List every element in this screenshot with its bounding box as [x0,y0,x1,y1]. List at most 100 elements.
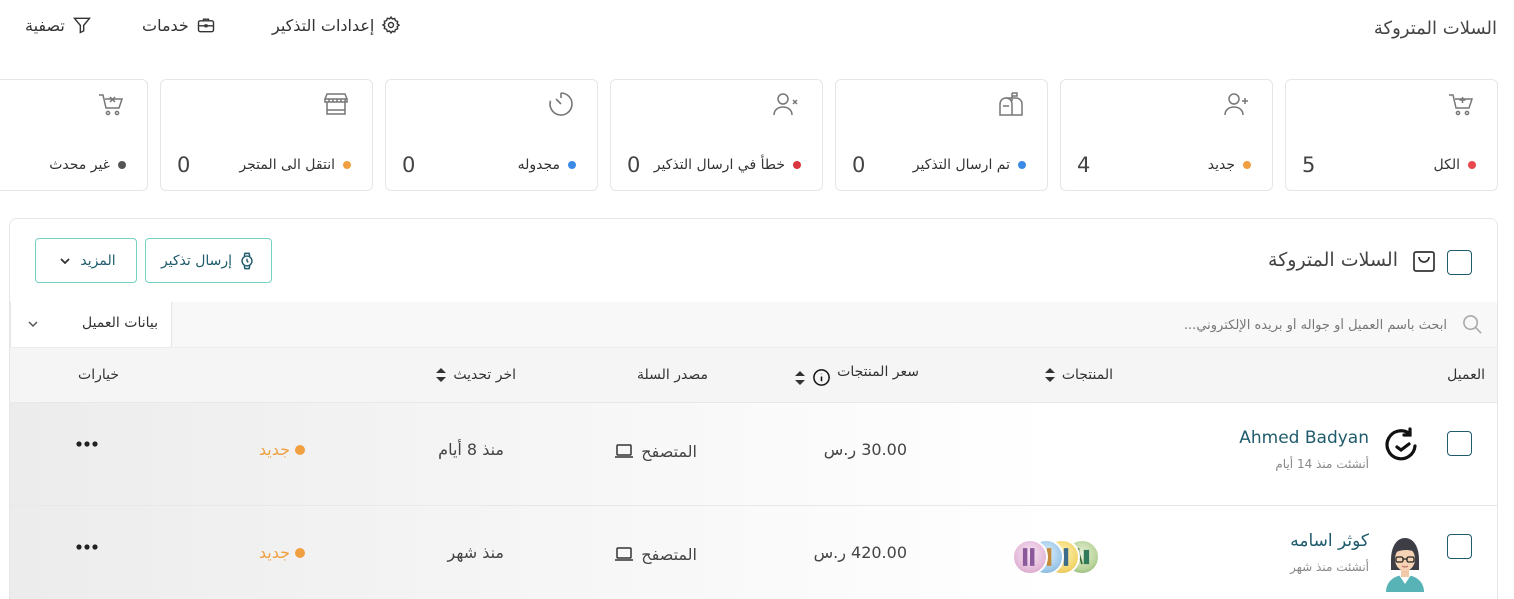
stat-card-all[interactable]: الكل 5 [1285,79,1498,191]
filter-label: تصفية [25,15,65,35]
cart-source: المتصفح [613,440,697,462]
cart-created-time: أنشئت منذ شهر [1290,560,1369,574]
status-dot [295,444,305,455]
stat-label: تم ارسال التذكير [912,157,1010,173]
cart-price: 30.00 ر.س [823,440,907,459]
user-plus-icon [1222,90,1250,118]
stat-label: انتقل الى المتجر [239,157,335,173]
cart-created-time: أنشئت منذ 14 أيام [1275,457,1369,471]
col-source: مصدر السلة [637,367,708,383]
status-dot [568,161,576,169]
table-row[interactable]: كوثر اسامه أنشئت منذ شهر 420.00 ر.س المت… [10,505,1497,599]
table-header: العميل المنتجات سعر المنتجات مصدر السلة … [10,347,1497,402]
col-customer: العميل [1447,367,1485,383]
product-thumbnails[interactable] [1010,539,1100,577]
stat-label: الكل [1433,157,1461,173]
col-products-label: المنتجات [1061,367,1113,383]
filter-icon [72,15,92,35]
more-dropdown-button[interactable]: المزيد [35,238,137,283]
customer-data-label: بيانات العميل [81,315,158,331]
product-thumbnail [1012,539,1048,575]
reminder-settings-button[interactable]: إعدادات التذكير [272,15,401,35]
col-price[interactable]: سعر المنتجات [794,362,919,386]
stat-card-not-updated[interactable]: غير محدث [0,79,148,191]
refresh-avatar-icon [1380,423,1422,465]
mailbox-icon [997,90,1025,118]
status-dot [1018,161,1026,169]
more-options-icon[interactable] [73,537,101,557]
timer-icon [547,90,575,118]
row-checkbox[interactable] [1447,534,1472,559]
source-label: المتصفح [641,441,697,461]
page-title: السلات المتروكة [1373,18,1497,39]
status-dot [1243,161,1251,169]
sort-icon [435,367,447,383]
services-button[interactable]: خدمات [142,15,216,35]
stat-card-reminder-error[interactable]: خطأ في ارسال التذكير 0 [610,79,823,191]
customer-name[interactable]: كوثر اسامه [1290,531,1369,551]
panel-title: السلات المتروكة [1268,249,1398,271]
filter-button[interactable]: تصفية [25,15,92,35]
row-checkbox[interactable] [1447,431,1472,456]
customer-avatar [1380,534,1430,592]
table-row[interactable]: Ahmed Badyan أنشئت منذ 14 أيام 30.00 ر.س… [10,402,1497,505]
laptop-icon [613,543,635,565]
info-icon [812,368,831,387]
send-reminder-label: إرسال تذكير [160,252,233,269]
search-bar [170,302,1497,347]
select-all-checkbox[interactable] [1447,250,1472,275]
stat-label: خطأ في ارسال التذكير [653,157,785,173]
status-label: جديد [258,440,290,459]
search-input[interactable] [747,310,1447,340]
status-dot [793,161,801,169]
customer-data-select[interactable]: بيانات العميل [10,302,172,348]
search-icon [1462,314,1483,335]
col-updated[interactable]: اخر تحديث [435,367,516,383]
abandoned-carts-panel: السلات المتروكة إرسال تذكير المزيد بيانا… [9,218,1498,599]
shopping-bag-icon [1411,248,1437,274]
stat-card-scheduled[interactable]: مجدوله 0 [385,79,598,191]
status-dot [295,547,305,558]
more-label: المزيد [80,252,116,269]
chevron-down-icon [26,317,40,331]
reminder-settings-label: إعدادات التذكير [272,15,375,35]
services-label: خدمات [142,15,189,35]
store-icon [322,90,350,118]
status-label: جديد [258,543,290,562]
stat-card-new[interactable]: جديد 4 [1060,79,1273,191]
sort-icon [1044,367,1056,383]
customer-name[interactable]: Ahmed Badyan [1239,428,1369,448]
sort-icon [794,370,806,386]
status-dot [118,161,126,169]
stat-count: 0 [177,153,191,177]
cart-x-icon [97,90,125,118]
cart-plus-icon [1447,90,1475,118]
stat-label: جديد [1207,157,1235,173]
col-options: خيارات [78,367,119,383]
briefcase-icon [196,15,216,35]
laptop-icon [613,440,635,462]
watch-icon [238,252,256,270]
cart-price: 420.00 ر.س [813,543,907,562]
col-updated-label: اخر تحديث [453,367,516,383]
status-badge: جديد [259,543,305,562]
last-updated: منذ 8 أيام [438,440,504,459]
cart-source: المتصفح [613,543,697,565]
status-dot [343,161,351,169]
status-badge: جديد [259,440,305,459]
stat-count: 0 [402,153,416,177]
col-price-label: سعر المنتجات [837,363,919,380]
source-label: المتصفح [641,544,697,564]
stat-count: 0 [852,153,866,177]
gear-icon [381,15,401,35]
stat-count: 0 [627,153,641,177]
stat-card-reminder-sent[interactable]: تم ارسال التذكير 0 [835,79,1048,191]
send-reminder-button[interactable]: إرسال تذكير [145,238,272,283]
stat-card-went-to-store[interactable]: انتقل الى المتجر 0 [160,79,373,191]
user-x-icon [772,90,800,118]
col-products[interactable]: المنتجات [1044,367,1113,383]
last-updated: منذ شهر [447,543,505,562]
stat-label: مجدوله [517,157,560,173]
stat-count: 5 [1302,153,1316,177]
more-options-icon[interactable] [73,434,101,454]
